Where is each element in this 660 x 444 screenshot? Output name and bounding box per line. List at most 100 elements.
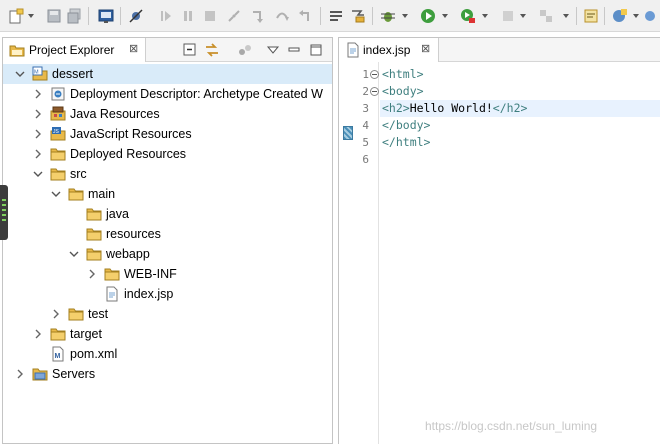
- close-view-icon[interactable]: ⊠: [129, 42, 138, 55]
- trim-stack-grip: [2, 209, 6, 211]
- disconnect-icon[interactable]: [226, 8, 242, 24]
- tab-project-explorer[interactable]: Project Explorer ⊠: [3, 38, 146, 62]
- tree-item[interactable]: Servers: [3, 364, 332, 384]
- trim-stack-handle[interactable]: [0, 185, 8, 240]
- run-icon[interactable]: [420, 8, 436, 24]
- coverage-icon[interactable]: [538, 8, 554, 24]
- open-task-icon[interactable]: [583, 8, 599, 24]
- stop-server-icon[interactable]: [500, 8, 516, 24]
- fold-toggle-icon[interactable]: [370, 87, 379, 96]
- tree-item[interactable]: target: [3, 324, 332, 344]
- tree-item[interactable]: Mdessert: [3, 64, 332, 84]
- suspend-icon[interactable]: [180, 8, 196, 24]
- code-line-current[interactable]: <h2>Hello World!</h2>: [380, 100, 660, 117]
- tree-item[interactable]: WEB-INF: [3, 264, 332, 284]
- expanded-chevron-icon[interactable]: [14, 68, 26, 80]
- tree-item[interactable]: java: [3, 204, 332, 224]
- save-icon[interactable]: [46, 8, 62, 24]
- line-number: 6: [362, 153, 369, 166]
- terminate-icon[interactable]: [202, 8, 218, 24]
- maven-project-icon: M: [32, 66, 48, 82]
- filter-icon[interactable]: [237, 42, 253, 58]
- project-explorer-title: Project Explorer: [29, 43, 115, 57]
- tree-item[interactable]: webapp: [3, 244, 332, 264]
- markup-tag: <html>: [382, 67, 424, 81]
- tree-item[interactable]: JS JavaScript Resources: [3, 124, 332, 144]
- tree-item[interactable]: Deployed Resources: [3, 144, 332, 164]
- tree-item-label: Servers: [52, 367, 96, 381]
- coverage-dropdown-arrow-icon[interactable]: [563, 14, 569, 18]
- build-icon[interactable]: [350, 8, 366, 24]
- project-explorer-header: Project Explorer ⊠: [3, 38, 332, 62]
- new-wizard-icon[interactable]: [8, 8, 24, 24]
- collapse-all-icon[interactable]: [182, 42, 198, 58]
- run-dropdown-arrow-icon[interactable]: [442, 14, 448, 18]
- close-editor-icon[interactable]: ⊠: [421, 42, 430, 55]
- tree-item-label: target: [70, 327, 102, 341]
- line-number: 4: [362, 119, 369, 132]
- toggle-mark-occurrences-icon[interactable]: [328, 8, 344, 24]
- fold-toggle-icon[interactable]: [370, 70, 379, 79]
- tree-item[interactable]: Deployment Descriptor: Archetype Created…: [3, 84, 332, 104]
- link-with-editor-icon[interactable]: [204, 42, 220, 58]
- collapsed-chevron-icon[interactable]: [50, 308, 62, 320]
- expanded-chevron-icon[interactable]: [50, 188, 62, 200]
- editor-area: index.jsp ⊠ 1 2 3 4 5 6 <html> <body> <h2>Hello…: [338, 37, 660, 444]
- collapsed-chevron-icon[interactable]: [32, 128, 44, 140]
- toolbar-separator: [604, 7, 605, 25]
- markup-tag: <h2>: [382, 101, 410, 115]
- tree-item[interactable]: Java Resources: [3, 104, 332, 124]
- code-line[interactable]: </html>: [380, 134, 660, 151]
- collapsed-chevron-icon[interactable]: [32, 328, 44, 340]
- collapsed-chevron-icon[interactable]: [86, 268, 98, 280]
- expanded-chevron-icon[interactable]: [32, 168, 44, 180]
- code-line[interactable]: <body>: [380, 83, 660, 100]
- markup-tag: </html>: [382, 135, 431, 149]
- tree-item[interactable]: src: [3, 164, 332, 184]
- view-menu-chevron-down-icon[interactable]: [265, 42, 281, 58]
- collapsed-chevron-icon[interactable]: [32, 148, 44, 160]
- debug-dropdown-arrow-icon[interactable]: [402, 14, 408, 18]
- step-into-icon[interactable]: [250, 8, 266, 24]
- save-all-icon[interactable]: [66, 8, 82, 24]
- code-line[interactable]: <html>: [380, 66, 660, 83]
- code-line[interactable]: [380, 151, 660, 168]
- stop-dropdown-arrow-icon[interactable]: [520, 14, 526, 18]
- toolbar-overflow-icon[interactable]: [644, 8, 660, 24]
- folder-icon: [86, 226, 102, 242]
- current-line-annotation-marker[interactable]: [343, 126, 353, 140]
- trim-stack-grip: [2, 219, 6, 221]
- maximize-view-icon[interactable]: [308, 42, 324, 58]
- step-return-icon[interactable]: [298, 8, 314, 24]
- skip-breakpoints-icon[interactable]: [128, 8, 144, 24]
- new-server-icon[interactable]: [612, 8, 628, 24]
- new-dropdown-arrow-icon[interactable]: [28, 14, 34, 18]
- toolbar-separator: [120, 7, 121, 25]
- resume-icon[interactable]: [158, 8, 174, 24]
- expanded-chevron-icon[interactable]: [68, 248, 80, 260]
- minimize-view-icon[interactable]: [286, 42, 302, 58]
- tree-item[interactable]: Mpom.xml: [3, 344, 332, 364]
- project-explorer-view: Project Explorer ⊠ Mdessert Deployment De…: [2, 37, 333, 444]
- deployment-descriptor-icon: [50, 86, 66, 102]
- run-external-tools-icon[interactable]: [460, 8, 476, 24]
- tab-index-jsp[interactable]: index.jsp ⊠: [339, 38, 439, 62]
- collapsed-chevron-icon[interactable]: [32, 108, 44, 120]
- collapsed-chevron-icon[interactable]: [32, 88, 44, 100]
- tree-item[interactable]: test: [3, 304, 332, 324]
- debug-icon[interactable]: [380, 8, 396, 24]
- editor-gutter[interactable]: 1 2 3 4 5 6: [339, 62, 379, 444]
- tree-item[interactable]: resources: [3, 224, 332, 244]
- external-tools-dropdown-arrow-icon[interactable]: [482, 14, 488, 18]
- open-console-icon[interactable]: [98, 8, 114, 24]
- new-server-dropdown-arrow-icon[interactable]: [633, 14, 639, 18]
- collapsed-chevron-icon[interactable]: [14, 368, 26, 380]
- folder-icon: [50, 146, 66, 162]
- project-tree: Mdessert Deployment Descriptor: Archetype…: [3, 62, 332, 442]
- code-line[interactable]: </body>: [380, 117, 660, 134]
- step-over-icon[interactable]: [274, 8, 290, 24]
- tree-item[interactable]: main: [3, 184, 332, 204]
- code-text-area[interactable]: <html> <body> <h2>Hello World!</h2> </body>…: [380, 62, 660, 444]
- tree-item[interactable]: index.jsp: [3, 284, 332, 304]
- folder-icon: [50, 326, 66, 342]
